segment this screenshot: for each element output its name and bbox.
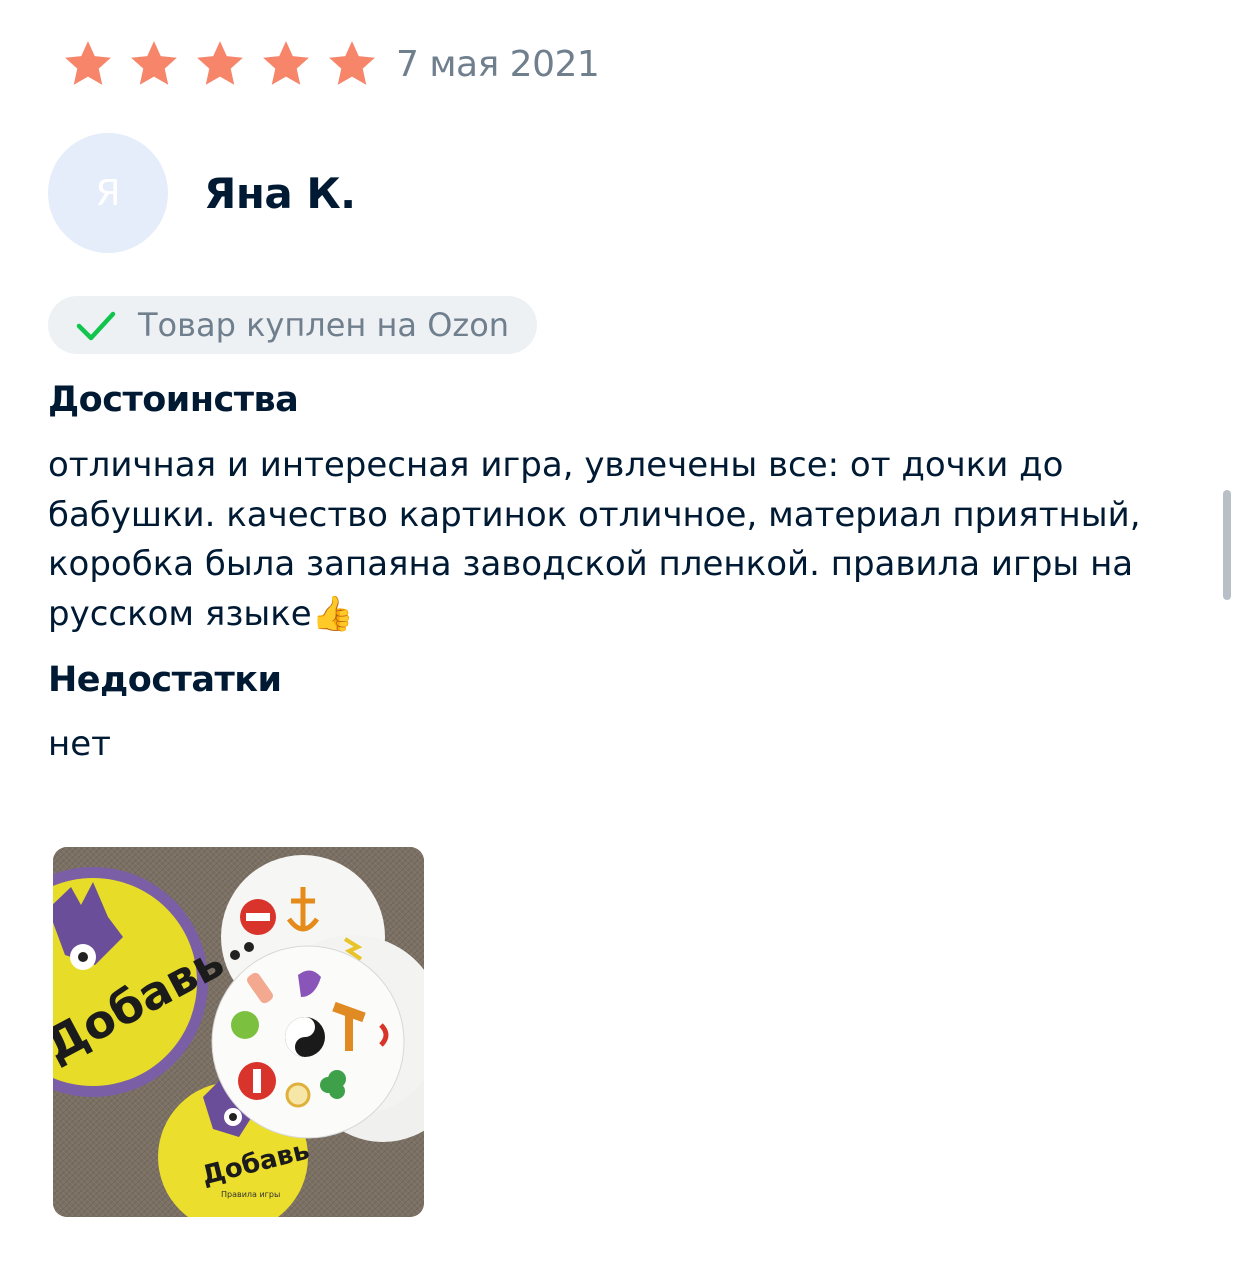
star-icon — [324, 36, 380, 92]
verified-label: Товар куплен на Ozon — [138, 306, 510, 344]
star-rating — [60, 36, 390, 92]
avatar[interactable]: Я — [48, 133, 168, 253]
rating-row: 7 мая 2021 — [60, 34, 600, 94]
scrollbar[interactable] — [1223, 490, 1231, 600]
cons-title: Недостатки — [48, 660, 282, 700]
pros-title: Достоинства — [48, 380, 299, 420]
manual-caption: Правила игры — [221, 1190, 280, 1199]
pros-text: отличная и интересная игра, увлечены все… — [48, 445, 1141, 634]
review-photo[interactable]: Добавь Добавь Правила игры — [53, 847, 424, 1217]
avatar-initial: Я — [95, 172, 121, 214]
star-icon — [192, 36, 248, 92]
verified-purchase-badge: Товар куплен на Ozon — [48, 296, 538, 354]
checkmark-icon — [74, 303, 118, 347]
cons-text: нет — [48, 724, 111, 764]
review-date: 7 мая 2021 — [396, 43, 600, 85]
review-author[interactable]: Я Яна К. — [48, 133, 356, 253]
star-icon — [60, 36, 116, 92]
author-name[interactable]: Яна К. — [204, 169, 356, 218]
star-icon — [258, 36, 314, 92]
star-icon — [126, 36, 182, 92]
